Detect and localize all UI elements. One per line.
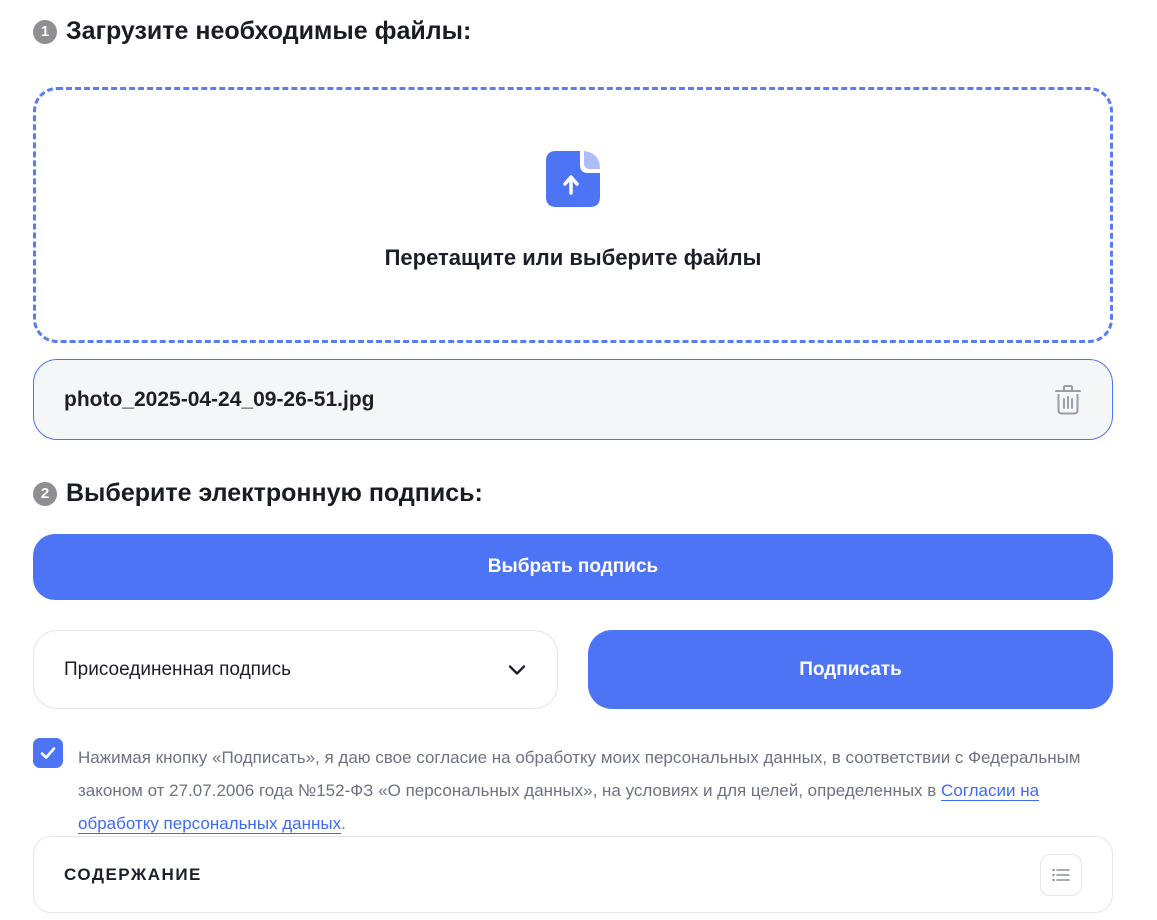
- uploaded-file-item: photo_2025-04-24_09-26-51.jpg: [33, 359, 1113, 440]
- toc-label: СОДЕРЖАНИЕ: [64, 864, 202, 884]
- chevron-down-icon: [508, 664, 526, 675]
- consent-checkbox[interactable]: [33, 738, 63, 768]
- list-icon: [1052, 868, 1070, 881]
- checkmark-icon: [40, 747, 56, 759]
- consent-text-body: Нажимая кнопку «Подписать», я даю свое с…: [78, 748, 1081, 800]
- file-upload-icon: [546, 151, 600, 207]
- consent-block: Нажимая кнопку «Подписать», я даю свое с…: [33, 738, 1113, 840]
- sign-button[interactable]: Подписать: [588, 630, 1113, 709]
- signature-type-select[interactable]: Присоединенная подпись: [33, 630, 558, 709]
- step-1-title: Загрузите необходимые файлы:: [66, 17, 472, 45]
- dropzone-label: Перетащите или выберите файлы: [384, 245, 762, 270]
- consent-text-suffix: .: [341, 814, 346, 833]
- file-name: photo_2025-04-24_09-26-51.jpg: [64, 387, 375, 411]
- choose-signature-button[interactable]: Выбрать подпись: [33, 534, 1113, 600]
- consent-text: Нажимая кнопку «Подписать», я даю свое с…: [78, 741, 1088, 840]
- signature-type-value: Присоединенная подпись: [64, 658, 291, 680]
- step-2-heading: 2 Выберите электронную подпись:: [33, 479, 483, 508]
- page: 1 Загрузите необходимые файлы: Перетащит…: [0, 0, 1157, 920]
- step-1-heading: 1 Загрузите необходимые файлы:: [33, 17, 471, 46]
- table-of-contents[interactable]: СОДЕРЖАНИЕ: [33, 836, 1113, 913]
- step-2-badge: 2: [33, 481, 57, 506]
- step-1-badge: 1: [33, 19, 57, 44]
- trash-icon[interactable]: [1054, 384, 1082, 415]
- file-dropzone[interactable]: Перетащите или выберите файлы: [33, 87, 1113, 343]
- step-2-title: Выберите электронную подпись:: [66, 479, 483, 507]
- toc-toggle-button[interactable]: [1040, 853, 1082, 896]
